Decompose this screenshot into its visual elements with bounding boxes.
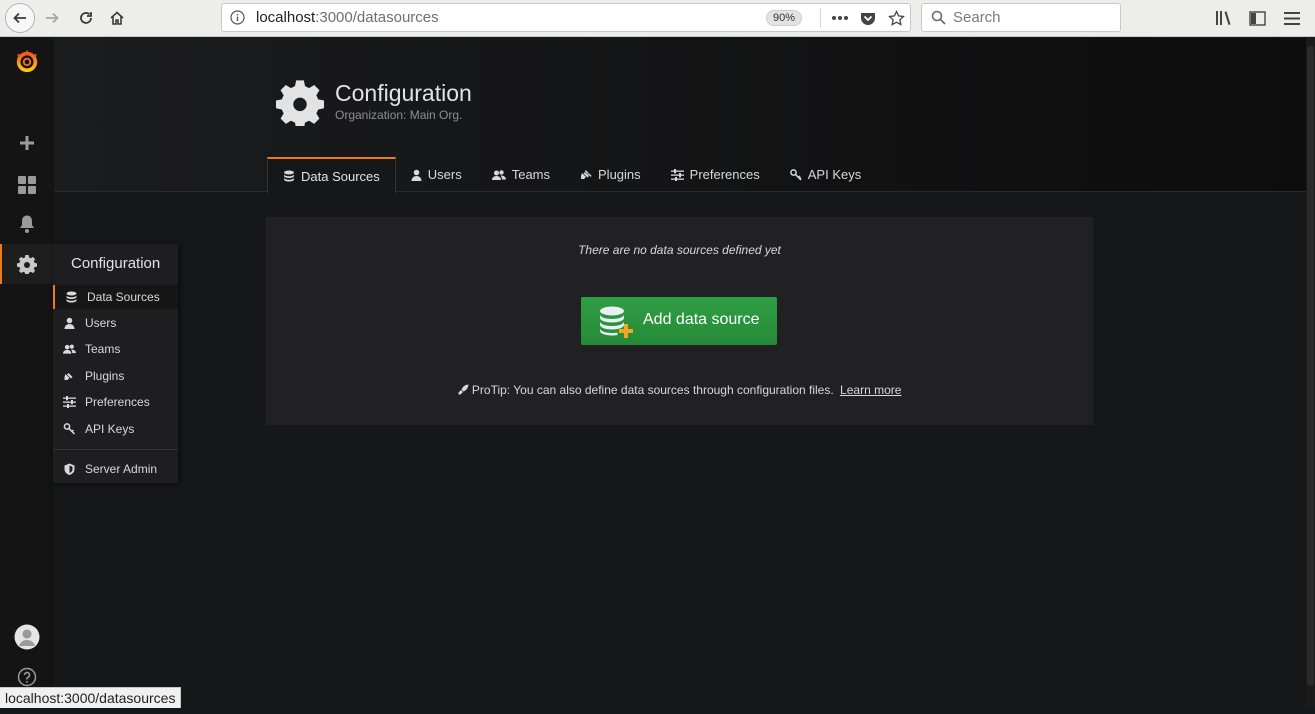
user-icon bbox=[411, 169, 422, 181]
flyout-item-preferences[interactable]: Preferences bbox=[53, 390, 178, 414]
back-button[interactable] bbox=[5, 3, 35, 33]
arrow-left-icon bbox=[13, 12, 26, 24]
empty-state-panel: There are no data sources defined yet Ad… bbox=[266, 217, 1093, 425]
plug-icon bbox=[581, 169, 592, 179]
reload-icon bbox=[80, 12, 92, 24]
info-icon[interactable] bbox=[230, 10, 245, 25]
search-icon bbox=[931, 10, 946, 29]
url-path: :3000/datasources bbox=[315, 9, 439, 26]
flyout-item-label: API Keys bbox=[85, 422, 135, 436]
tab-label: Plugins bbox=[598, 167, 641, 182]
scrollbar[interactable] bbox=[1306, 38, 1315, 708]
sidebar bbox=[0, 38, 54, 708]
gear-icon bbox=[276, 78, 324, 129]
bookmark-star-icon[interactable] bbox=[886, 9, 906, 27]
tab-plugins[interactable]: Plugins bbox=[565, 157, 656, 192]
flyout-item-teams[interactable]: Teams bbox=[53, 337, 178, 361]
tab-teams[interactable]: Teams bbox=[477, 157, 565, 192]
tab-label: API Keys bbox=[807, 167, 862, 182]
sidebar-toggle-icon[interactable] bbox=[1247, 8, 1267, 28]
flyout-item-data-sources[interactable]: Data Sources bbox=[53, 285, 178, 309]
sliders-icon bbox=[670, 168, 684, 181]
forward-button[interactable] bbox=[38, 4, 66, 32]
page-actions-icon[interactable] bbox=[830, 9, 850, 27]
tab-data-sources[interactable]: Data Sources bbox=[267, 157, 396, 193]
tab-label: Users bbox=[427, 167, 462, 182]
tab-preferences[interactable]: Preferences bbox=[656, 157, 775, 192]
page-subtitle: Organization: Main Org. bbox=[335, 108, 463, 122]
flyout-item-label: Server Admin bbox=[85, 462, 158, 476]
tab-label: Data Sources bbox=[301, 168, 380, 184]
database-icon bbox=[284, 170, 294, 182]
database-icon bbox=[66, 291, 77, 303]
tab-label: Teams bbox=[511, 167, 551, 182]
tab-api-keys[interactable]: API Keys bbox=[775, 157, 876, 192]
avatar[interactable] bbox=[14, 624, 40, 650]
add-data-source-label: Add data source bbox=[643, 311, 760, 328]
sliders-icon bbox=[63, 396, 76, 408]
page-title: Configuration bbox=[335, 80, 472, 106]
key-icon bbox=[789, 168, 802, 181]
pocket-icon[interactable] bbox=[858, 9, 878, 27]
main-content: Configuration Organization: Main Org. Da… bbox=[54, 38, 1306, 708]
tab-bar: Data Sources Users Teams Plugins Prefere… bbox=[267, 157, 876, 193]
library-icon[interactable] bbox=[1214, 8, 1234, 28]
scrollbar-thumb[interactable] bbox=[1307, 46, 1314, 686]
user-icon bbox=[64, 317, 75, 329]
plus-icon[interactable] bbox=[14, 130, 40, 156]
plug-icon bbox=[64, 373, 73, 380]
menu-icon[interactable] bbox=[1282, 8, 1302, 28]
zoom-badge[interactable]: 90% bbox=[766, 10, 803, 26]
page-header: Configuration Organization: Main Org. Da… bbox=[54, 38, 1306, 193]
flyout-item-users[interactable]: Users bbox=[53, 311, 178, 335]
learn-more-link[interactable]: Learn more bbox=[840, 383, 901, 397]
add-data-source-button[interactable]: Add data source bbox=[581, 297, 777, 345]
protip: ProTip: You can also define data sources… bbox=[266, 383, 1093, 397]
flyout-item-server-admin[interactable]: Server Admin bbox=[53, 457, 178, 481]
url-divider bbox=[820, 8, 821, 28]
flyout-divider bbox=[53, 449, 178, 450]
search-input[interactable]: Search bbox=[921, 3, 1121, 32]
flyout-item-label: Data Sources bbox=[87, 290, 160, 304]
arrow-right-icon bbox=[46, 12, 59, 24]
browser-toolbar: localhost:3000/datasources 90% Search bbox=[0, 0, 1315, 37]
url-text[interactable]: localhost:3000/datasources bbox=[256, 9, 439, 26]
bell-icon[interactable] bbox=[14, 211, 40, 237]
database-add-icon bbox=[600, 306, 633, 338]
home-icon bbox=[110, 11, 124, 25]
key-icon bbox=[63, 423, 76, 435]
grafana-logo-icon[interactable] bbox=[14, 48, 40, 74]
tab-users[interactable]: Users bbox=[396, 157, 477, 192]
flyout-item-label: Plugins bbox=[85, 369, 125, 383]
url-bar[interactable]: localhost:3000/datasources 90% bbox=[221, 3, 911, 32]
configuration-flyout-menu: Configuration Data Sources Users Teams P… bbox=[53, 244, 178, 483]
protip-text: ProTip: You can also define data sources… bbox=[471, 383, 834, 397]
rocket-icon bbox=[458, 384, 469, 395]
flyout-item-label: Preferences bbox=[85, 395, 150, 409]
flyout-item-api-keys[interactable]: API Keys bbox=[53, 417, 178, 441]
url-host: localhost bbox=[256, 9, 316, 26]
status-url-tooltip: localhost:3000/datasources bbox=[0, 687, 182, 708]
users-icon bbox=[63, 344, 76, 354]
reload-button[interactable] bbox=[72, 4, 100, 32]
empty-message: There are no data sources defined yet bbox=[578, 243, 781, 257]
flyout-item-plugins[interactable]: Plugins bbox=[53, 364, 178, 388]
footer bbox=[449, 702, 452, 714]
flyout-title[interactable]: Configuration bbox=[71, 255, 160, 272]
home-button[interactable] bbox=[103, 4, 131, 32]
flyout-item-label: Teams bbox=[85, 342, 121, 356]
users-icon bbox=[491, 169, 506, 180]
gear-icon[interactable] bbox=[14, 251, 40, 277]
flyout-item-label: Users bbox=[85, 316, 117, 330]
tab-label: Preferences bbox=[689, 167, 760, 182]
search-placeholder: Search bbox=[953, 9, 1001, 26]
dashboards-icon[interactable] bbox=[14, 172, 40, 198]
shield-icon bbox=[64, 463, 75, 475]
